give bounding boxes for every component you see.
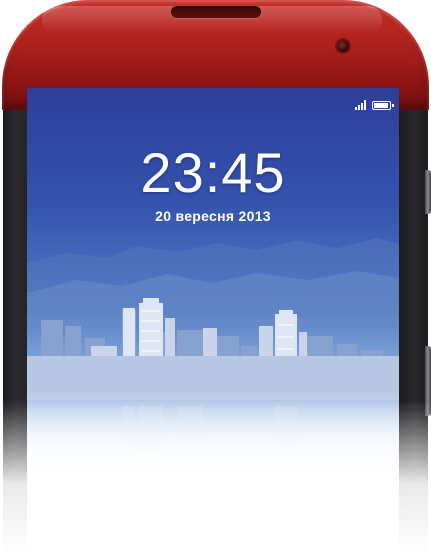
signal-icon bbox=[355, 100, 366, 110]
device-bottom-fade bbox=[0, 400, 431, 553]
lock-screen-clock: 23:45 bbox=[140, 141, 286, 204]
front-camera-icon bbox=[337, 40, 349, 52]
battery-icon bbox=[372, 101, 394, 110]
volume-button[interactable] bbox=[425, 170, 431, 214]
phone-device: 23:45 20 вересня 2013 bbox=[0, 0, 431, 553]
lock-screen-date: 20 вересня 2013 bbox=[155, 208, 271, 224]
speaker-grille-icon bbox=[171, 6, 261, 18]
status-bar bbox=[355, 96, 394, 110]
